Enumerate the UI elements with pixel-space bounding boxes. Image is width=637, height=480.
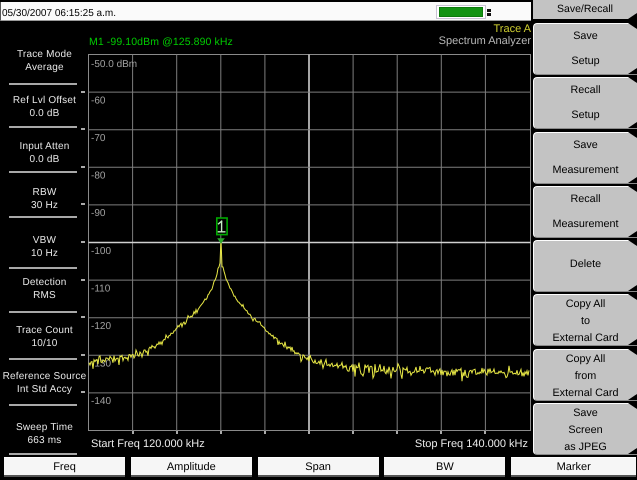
svg-text:-80: -80 [91, 171, 106, 182]
svg-text:-60: -60 [91, 95, 106, 106]
svg-text:-120: -120 [91, 321, 111, 332]
svg-text:-140: -140 [91, 396, 111, 407]
svg-text:-110: -110 [91, 283, 111, 294]
svg-text:-50.0 dBm: -50.0 dBm [91, 59, 137, 70]
svg-text:-100: -100 [91, 246, 111, 257]
svg-text:-90: -90 [91, 208, 106, 219]
svg-text:-70: -70 [91, 133, 106, 144]
